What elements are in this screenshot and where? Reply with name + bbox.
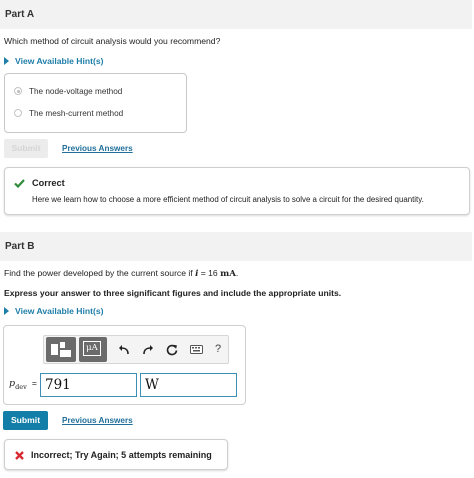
part-b-hint-label: View Available Hint(s) [15, 306, 104, 316]
part-a-header: Part A [0, 0, 472, 29]
part-b-header: Part B [0, 232, 472, 261]
part-a-options: The node-voltage method The mesh-current… [4, 73, 187, 133]
answer-box: μA ? pdev = 791 W [3, 325, 246, 405]
part-a-hint-toggle[interactable]: View Available Hint(s) [4, 56, 104, 66]
reset-icon [166, 344, 178, 356]
option-label: The node-voltage method [29, 87, 123, 96]
part-a-feedback: Correct Here we learn how to choose a mo… [4, 167, 470, 215]
undo-icon [119, 345, 129, 355]
part-b-previous-answers-link[interactable]: Previous Answers [62, 416, 133, 425]
redo-icon [143, 345, 153, 355]
math-toolbar: μA ? [43, 335, 229, 364]
option-mesh-current[interactable]: The mesh-current method [14, 109, 123, 118]
question-text: Find the power developed by the current … [4, 268, 196, 278]
feedback-status: Correct [32, 178, 65, 188]
part-a-hint-label: View Available Hint(s) [15, 56, 104, 66]
radio-selected-icon[interactable] [14, 87, 22, 95]
redo-button[interactable] [138, 336, 158, 363]
part-b-question: Find the power developed by the current … [4, 268, 238, 279]
keyboard-icon [189, 345, 203, 354]
question-unit: mA [220, 269, 236, 279]
part-a-question: Which method of circuit analysis would y… [4, 36, 221, 46]
reset-button[interactable] [162, 336, 182, 363]
undo-button[interactable] [114, 336, 134, 363]
option-label: The mesh-current method [29, 109, 124, 118]
option-node-voltage[interactable]: The node-voltage method [14, 87, 122, 96]
equals-sign: = [31, 378, 37, 388]
help-button[interactable]: ? [208, 336, 228, 363]
keyboard-button[interactable] [186, 336, 206, 363]
units-input[interactable]: W [140, 373, 237, 397]
caret-right-icon [4, 57, 9, 65]
part-b-submit-button[interactable]: Submit [3, 411, 48, 430]
units-button[interactable]: μA [79, 337, 107, 362]
part-a-title: Part A [5, 9, 35, 20]
part-b-hint-toggle[interactable]: View Available Hint(s) [4, 306, 104, 316]
x-mark-icon [15, 451, 24, 460]
variable-subscript: dev [15, 382, 27, 391]
part-a-previous-answers-link[interactable]: Previous Answers [62, 144, 133, 153]
radio-icon[interactable] [14, 109, 22, 117]
part-a-submit-button[interactable]: Submit [4, 139, 48, 158]
templates-icon [51, 342, 71, 357]
checkmark-icon [14, 179, 25, 188]
question-equals: = 16 [198, 268, 221, 278]
value-input[interactable]: 791 [40, 373, 137, 397]
part-b-feedback: Incorrect; Try Again; 5 attempts remaini… [4, 439, 228, 470]
answer-variable-label: pdev = [9, 378, 37, 391]
caret-right-icon [4, 307, 9, 315]
question-end: . [235, 268, 239, 278]
part-b-title: Part B [5, 241, 35, 252]
part-b-instruction: Express your answer to three significant… [4, 288, 342, 298]
feedback-message: Here we learn how to choose a more effic… [32, 195, 424, 204]
units-label: μA [83, 341, 101, 356]
templates-button[interactable] [46, 337, 76, 362]
feedback-status: Incorrect; Try Again; 5 attempts remaini… [31, 450, 212, 460]
